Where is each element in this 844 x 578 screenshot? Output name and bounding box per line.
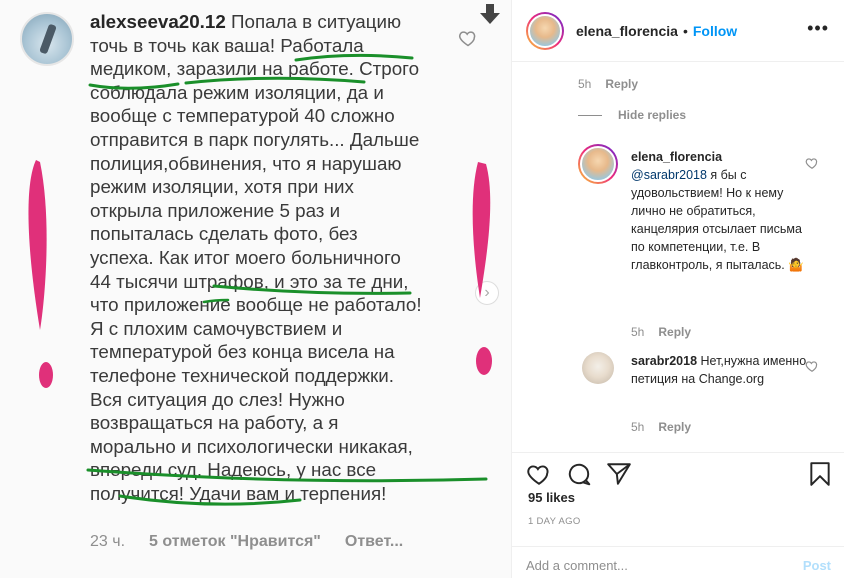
post-sidebar: elena_florencia • Follow ••• 5h Reply Hi…: [511, 0, 844, 578]
comment-time: 5h: [578, 77, 592, 91]
reply-button[interactable]: Reply: [605, 77, 638, 91]
comment-likes: 5 отметок "Нравится": [149, 533, 321, 550]
post-header: elena_florencia • Follow •••: [512, 0, 844, 62]
follow-button[interactable]: Follow: [693, 23, 737, 39]
reply-button[interactable]: Reply: [658, 420, 691, 434]
next-image-button[interactable]: ›: [475, 281, 499, 305]
post-button[interactable]: Post: [803, 558, 831, 573]
hide-replies-button[interactable]: Hide replies: [578, 108, 686, 122]
commenter-avatar: [20, 12, 74, 66]
reply-time: 5h: [631, 420, 645, 434]
save-bookmark-icon[interactable]: [807, 461, 833, 487]
comment-reply: Ответ...: [344, 533, 404, 550]
like-heart-icon[interactable]: [805, 156, 819, 170]
reply-comment: sarabr2018 Нет,нужна именно петиция на C…: [631, 352, 811, 388]
like-heart-icon[interactable]: [526, 461, 552, 487]
comment-composer: Post: [512, 546, 844, 578]
reply-username[interactable]: elena_florencia: [631, 150, 722, 164]
comments-thread[interactable]: 5h Reply Hide replies elena_florencia @s…: [512, 62, 844, 452]
post-image: alexseeva20.12 Попала в ситуацию точь в …: [0, 0, 511, 578]
comment-body: Попала в ситуацию точь в точь как ваша! …: [90, 11, 422, 504]
author-username[interactable]: elena_florencia: [576, 23, 678, 39]
reply-avatar[interactable]: [578, 144, 618, 184]
comment-text: alexseeva20.12 Попала в ситуацию точь в …: [90, 10, 425, 505]
author-avatar[interactable]: [526, 11, 564, 50]
comment-bubble-icon[interactable]: [566, 461, 592, 487]
like-heart-icon[interactable]: [805, 359, 819, 373]
likes-count[interactable]: 95 likes: [528, 490, 575, 505]
separator-dot: •: [682, 22, 688, 39]
post-time-ago: 1 DAY AGO: [528, 516, 581, 527]
post-actions: [512, 452, 844, 490]
comment-time: 23 ч.: [90, 533, 126, 550]
comment-meta: 23 ч. 5 отметок "Нравится" Ответ...: [90, 533, 403, 551]
reply-time: 5h: [631, 325, 645, 339]
reply-meta: 5h Reply: [631, 325, 691, 339]
reply-comment: elena_florencia @sarabr2018 я бы с удово…: [631, 148, 817, 274]
reply-text: я бы с удовольствием! Но к нему лично не…: [631, 168, 804, 272]
divider-line: [578, 114, 602, 116]
mention-link[interactable]: @sarabr2018: [631, 168, 707, 182]
more-options-icon[interactable]: •••: [807, 19, 829, 37]
heart-icon: [459, 31, 476, 47]
reply-meta: 5h Reply: [631, 420, 691, 434]
reply-username[interactable]: sarabr2018: [631, 354, 697, 368]
share-send-icon[interactable]: [606, 461, 632, 487]
commenter-username: alexseeva20.12: [90, 11, 226, 32]
reply-button[interactable]: Reply: [658, 325, 691, 339]
comment-meta: 5h Reply: [578, 77, 638, 91]
add-comment-input[interactable]: [526, 555, 776, 575]
download-arrow-icon: [480, 4, 500, 24]
hide-replies-label: Hide replies: [618, 108, 687, 122]
reply-avatar[interactable]: [582, 352, 622, 392]
